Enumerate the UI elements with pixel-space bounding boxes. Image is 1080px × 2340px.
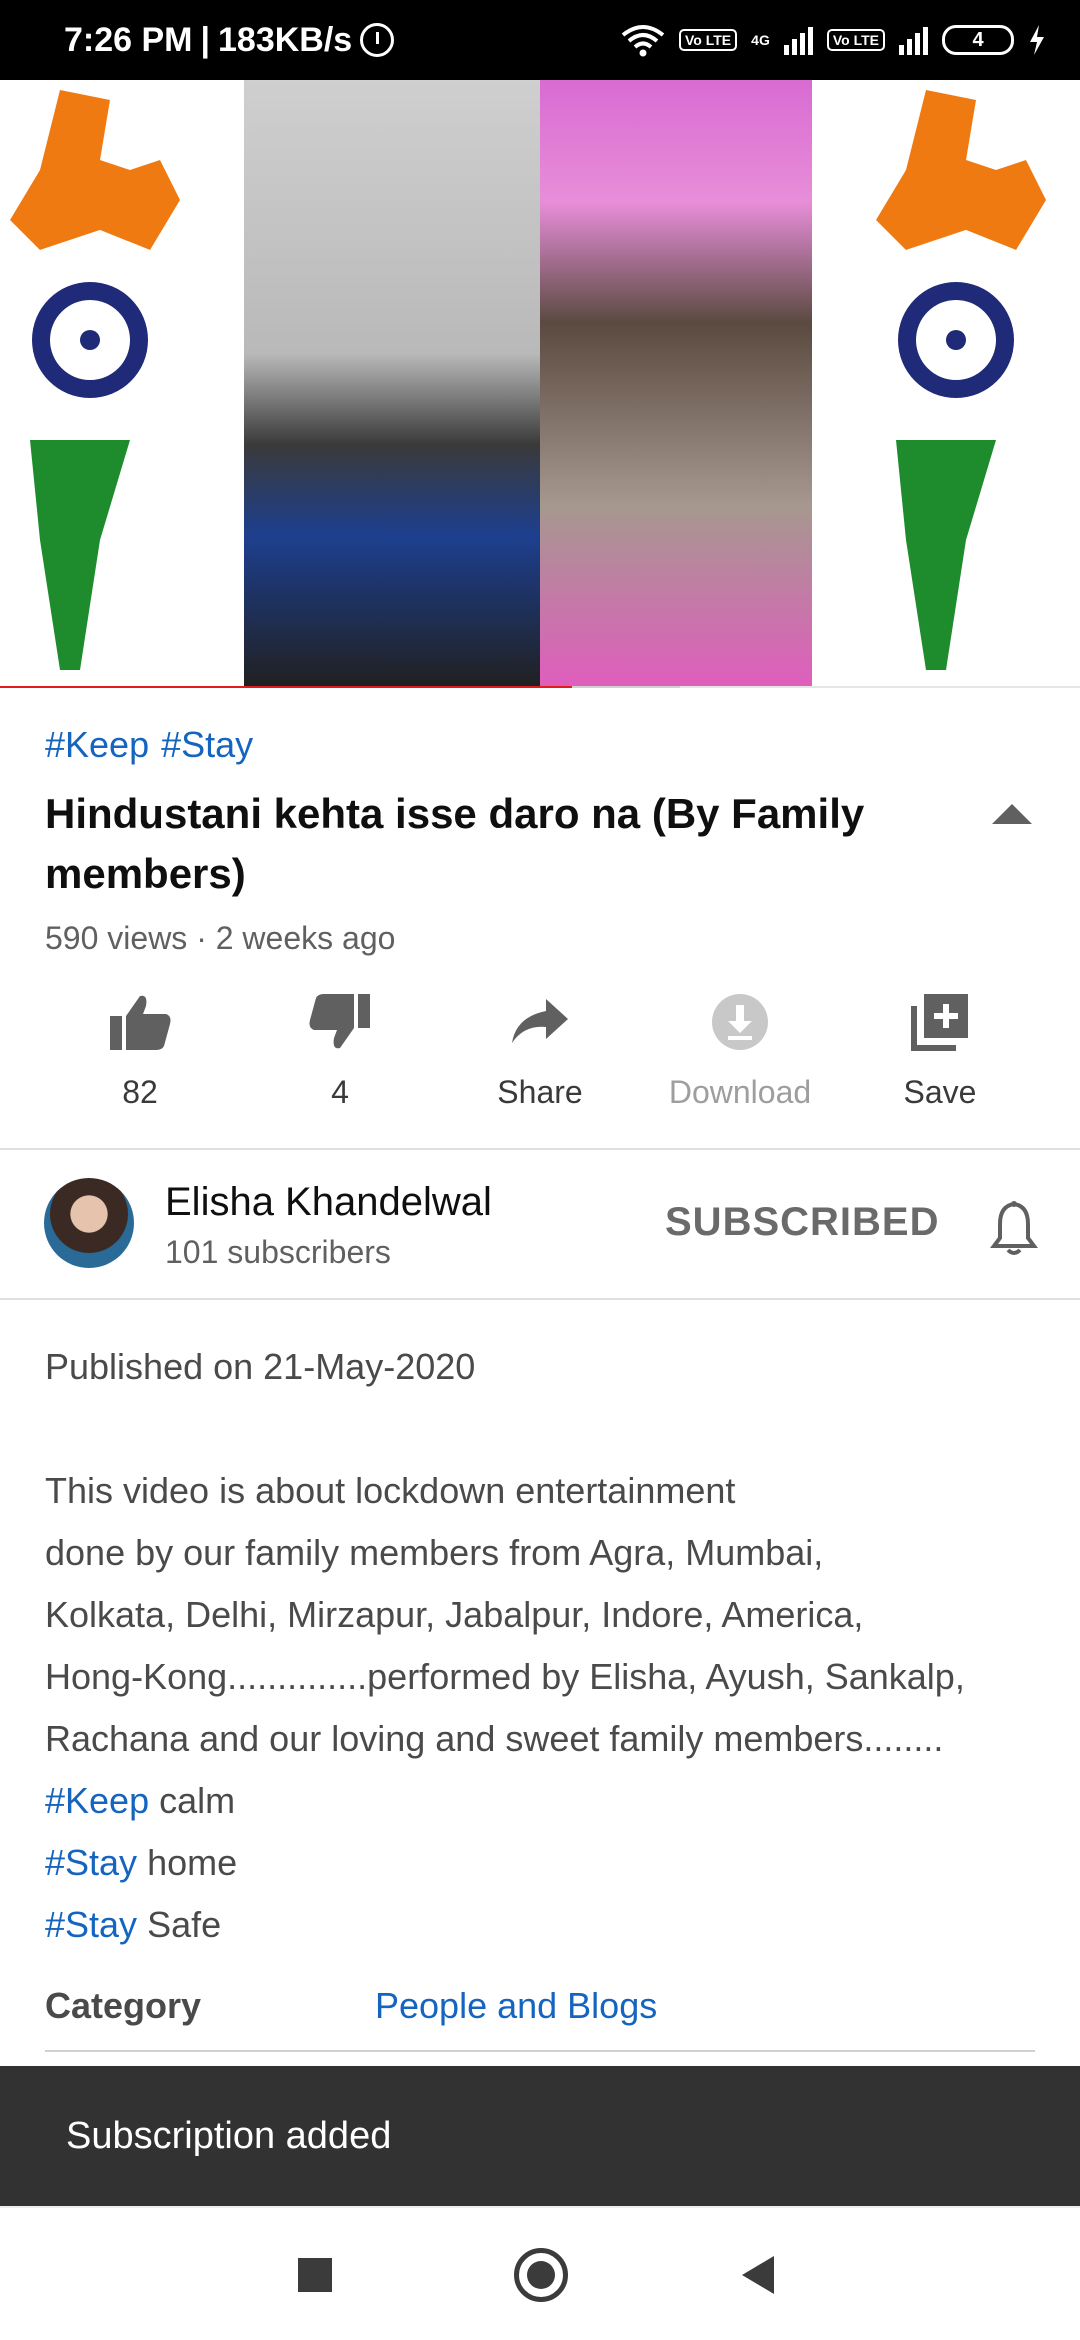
volte-badge: Vo LTE [679,29,738,51]
download-button[interactable]: Download [640,990,840,1120]
video-meta: 590 views · 2 weeks ago [45,920,396,956]
like-count: 82 [122,1074,158,1110]
channel-avatar[interactable] [44,1178,134,1268]
thumbs-up-icon [108,990,172,1054]
status-bar: 7:26 PM | 183KB/s Vo LTE 4G Vo LTE 4 [0,0,1080,80]
share-label: Share [497,1074,583,1110]
share-button[interactable]: Share [440,990,640,1120]
india-map-image-2 [876,90,1046,670]
channel-name[interactable]: Elisha Khandelwal [165,1180,492,1225]
snackbar-message: Subscription added [66,2114,392,2157]
divider [0,1148,1080,1150]
description-line: Rachana and our loving and sweet family … [45,1718,944,1759]
collapse-description-icon[interactable] [992,804,1032,824]
hashtag-link[interactable]: #Stay [161,724,253,765]
video-frame-group-photo [540,80,812,688]
recent-apps-button[interactable] [298,2258,332,2292]
download-label: Download [668,1074,812,1110]
save-label: Save [903,1074,977,1110]
snackbar: Subscription added [0,2066,1080,2206]
charging-icon [1030,25,1044,55]
video-description: Published on 21-May-2020 This video is a… [45,1336,1045,1956]
status-time: 7:26 PM [64,20,193,59]
hashtags: #Keep #Stay [45,724,265,766]
channel-row[interactable]: Elisha Khandelwal 101 subscribers SUBSCR… [0,1152,1080,1298]
download-icon [708,990,772,1054]
dislike-button[interactable]: 4 [240,990,440,1120]
description-line: done by our family members from Agra, Mu… [45,1532,824,1573]
category-link[interactable]: People and Blogs [375,1985,657,2027]
video-progress-bar[interactable] [0,686,1080,688]
subscribed-button[interactable]: SUBSCRIBED [665,1200,939,1245]
video-title: Hindustani kehta isse daro na (By Family… [45,790,865,897]
video-player[interactable] [0,80,1080,688]
india-map-image [10,90,180,670]
hashtag-link[interactable]: #Stay [45,1904,137,1945]
wifi-icon [621,25,665,57]
signal-icon-2 [899,25,928,55]
hashtag-link[interactable]: #Keep [45,1780,149,1821]
battery-level: 4 [972,28,984,51]
published-date: Published on 21-May-2020 [45,1346,476,1387]
thumbs-down-icon [308,990,372,1054]
add-to-playlist-icon [908,990,972,1054]
description-line: This video is about lockdown entertainme… [45,1470,736,1511]
notification-bell-icon[interactable] [990,1200,1038,1256]
description-line: #Keep calm [45,1770,1045,1832]
system-nav-bar [0,2206,1080,2340]
description-text: calm [149,1780,236,1821]
volte-badge-2: Vo LTE [826,29,885,51]
video-frame-center [244,80,540,688]
description-text: home [137,1842,238,1883]
divider [0,1298,1080,1300]
video-frame-right [836,80,1080,688]
network-type: 4G [751,32,770,48]
category-label: Category [45,1985,202,2026]
home-button[interactable] [514,2248,568,2302]
back-button[interactable] [742,2256,774,2294]
share-icon [508,990,572,1054]
action-bar: 82 4 Share Download Save [0,990,1080,1120]
description-line: Hong-Kong..............performed by Elis… [45,1656,965,1697]
hashtag-link[interactable]: #Keep [45,724,149,765]
description-line: #Stay home [45,1832,1045,1894]
hashtag-link[interactable]: #Stay [45,1842,137,1883]
save-button[interactable]: Save [840,990,1040,1120]
like-button[interactable]: 82 [40,990,240,1120]
divider [45,2050,1035,2052]
battery-icon: 4 [942,25,1014,55]
video-progress-fill [0,686,573,688]
description-line: Kolkata, Delhi, Mirzapur, Jabalpur, Indo… [45,1594,864,1635]
dislike-count: 4 [331,1074,349,1110]
network-speed: 183KB/s [218,20,353,59]
category-row: Category People and Blogs [45,1985,1035,2045]
video-frame-left [0,80,244,688]
subscriber-count: 101 subscribers [165,1234,391,1270]
signal-icon [783,25,813,55]
description-text: Safe [137,1904,222,1945]
description-line: #Stay Safe [45,1894,1045,1956]
alarm-icon [360,23,395,57]
